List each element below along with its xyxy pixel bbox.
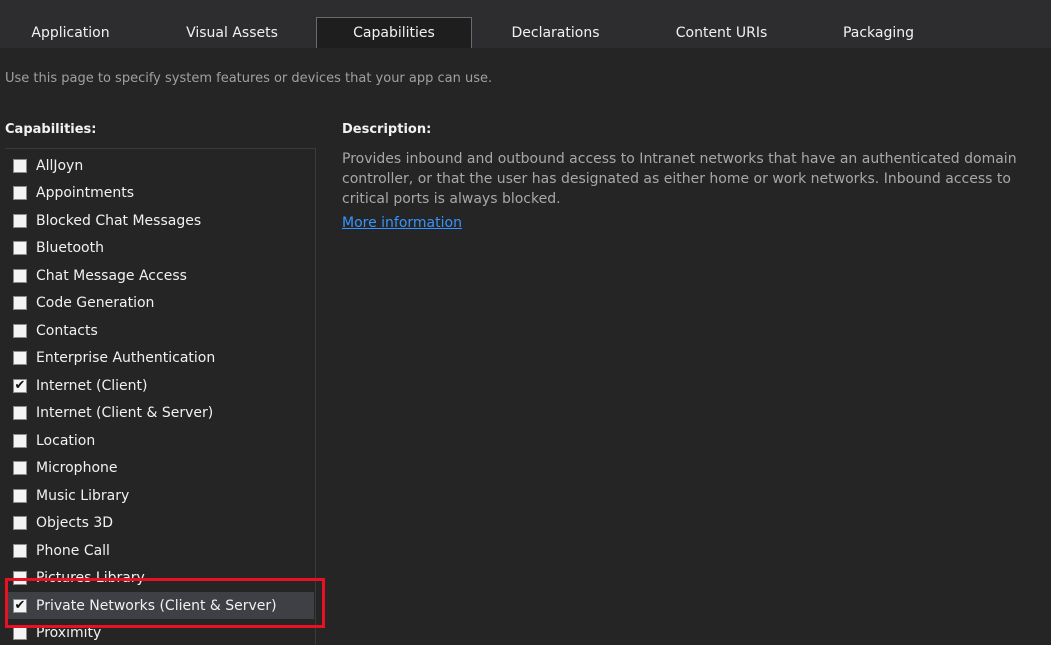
- checkbox-checked[interactable]: ✔: [13, 378, 27, 393]
- description-text: Provides inbound and outbound access to …: [342, 151, 1017, 207]
- capability-item[interactable]: Proximity: [5, 620, 315, 645]
- tab-content-uris-label: Content URIs: [675, 24, 768, 41]
- tab-capabilities[interactable]: Capabilities: [316, 17, 472, 48]
- capability-item[interactable]: ✔ Private Networks (Client & Server): [8, 592, 314, 619]
- capability-label: Enterprise Authentication: [36, 350, 216, 366]
- capability-item[interactable]: Code Generation: [5, 290, 315, 317]
- capability-label: Internet (Client): [36, 377, 148, 394]
- checkbox-unchecked[interactable]: [13, 516, 27, 530]
- capability-item[interactable]: Contacts: [5, 317, 315, 344]
- capability-item[interactable]: ✔ Internet (Client): [5, 372, 315, 399]
- tab-capabilities-label: Capabilities: [353, 25, 435, 41]
- checkbox-unchecked[interactable]: [13, 158, 27, 173]
- tab-visual-assets-label: Visual Assets: [186, 24, 278, 41]
- checkbox-unchecked[interactable]: [13, 626, 27, 640]
- capability-item[interactable]: AllJoyn: [5, 152, 315, 179]
- capability-item[interactable]: Appointments: [5, 180, 315, 207]
- capability-label: Appointments: [36, 185, 135, 201]
- capability-label: Phone Call: [36, 542, 110, 559]
- checkbox-unchecked[interactable]: [13, 433, 27, 448]
- capability-item[interactable]: Pictures Library: [5, 565, 315, 592]
- tab-packaging-label: Packaging: [842, 24, 915, 41]
- capability-item[interactable]: Microphone: [5, 455, 315, 482]
- tab-declarations[interactable]: Declarations: [480, 17, 631, 48]
- tab-application-label: Application: [31, 24, 110, 41]
- checkbox-unchecked[interactable]: [13, 241, 27, 255]
- tab-content-uris[interactable]: Content URIs: [645, 17, 798, 48]
- capability-item[interactable]: Blocked Chat Messages: [5, 207, 315, 234]
- capability-label: Bluetooth: [36, 240, 104, 256]
- tab-bar: Application Visual Assets Capabilities D…: [0, 0, 1051, 48]
- capability-label: AllJoyn: [36, 157, 84, 174]
- capabilities-list[interactable]: AllJoyn Appointments Blocked Chat Messages…: [5, 148, 316, 645]
- checkbox-unchecked[interactable]: [13, 406, 27, 420]
- description-heading: Description:: [342, 122, 432, 137]
- capability-item[interactable]: Location: [5, 427, 315, 454]
- checkbox-unchecked[interactable]: [13, 543, 27, 558]
- checkbox-unchecked[interactable]: [13, 268, 27, 283]
- tab-application[interactable]: Application: [0, 17, 141, 48]
- capability-item[interactable]: Chat Message Access: [5, 262, 315, 289]
- capability-item[interactable]: Enterprise Authentication: [5, 345, 315, 372]
- manifest-designer: Application Visual Assets Capabilities D…: [0, 0, 1051, 645]
- capability-item[interactable]: Music Library: [5, 482, 315, 509]
- capability-item[interactable]: Phone Call: [5, 537, 315, 564]
- capability-label: Microphone: [36, 460, 118, 476]
- capability-item[interactable]: Internet (Client & Server): [5, 400, 315, 427]
- checkmark-icon: ✔: [14, 598, 26, 613]
- capability-item[interactable]: Objects 3D: [5, 510, 315, 537]
- checkbox-unchecked[interactable]: [13, 213, 27, 228]
- capability-label: Private Networks (Client & Server): [36, 597, 277, 614]
- more-information-link[interactable]: More information: [342, 215, 462, 231]
- tab-declarations-label: Declarations: [511, 24, 600, 41]
- checkbox-unchecked[interactable]: [13, 186, 27, 200]
- checkbox-unchecked[interactable]: [13, 351, 27, 365]
- checkbox-checked[interactable]: ✔: [13, 598, 27, 613]
- capability-item[interactable]: Bluetooth: [5, 235, 315, 262]
- tab-visual-assets[interactable]: Visual Assets: [158, 17, 306, 48]
- intro-text: Use this page to specify system features…: [5, 71, 493, 86]
- checkbox-unchecked[interactable]: [13, 296, 27, 310]
- tab-packaging[interactable]: Packaging: [806, 17, 951, 48]
- capability-label: Blocked Chat Messages: [36, 212, 202, 229]
- capabilities-heading: Capabilities:: [5, 122, 97, 137]
- capability-label: Internet (Client & Server): [36, 405, 214, 421]
- capability-label: Contacts: [36, 322, 98, 339]
- capability-label: Code Generation: [36, 295, 155, 311]
- checkbox-unchecked[interactable]: [13, 461, 27, 475]
- capability-label: Pictures Library: [36, 570, 145, 586]
- checkbox-unchecked[interactable]: [13, 571, 27, 585]
- checkbox-unchecked[interactable]: [13, 488, 27, 503]
- capability-label: Location: [36, 432, 96, 449]
- capability-label: Objects 3D: [36, 515, 114, 531]
- capability-label: Music Library: [36, 487, 130, 504]
- checkbox-unchecked[interactable]: [13, 323, 27, 338]
- checkmark-icon: ✔: [14, 378, 26, 393]
- capability-label: Chat Message Access: [36, 267, 187, 284]
- capability-label: Proximity: [36, 625, 102, 641]
